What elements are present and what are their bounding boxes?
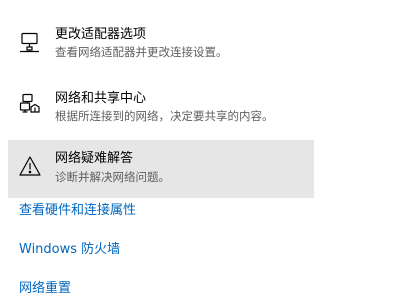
network-troubleshooter-desc: 诊断并解决网络问题。 [55, 170, 170, 184]
network-sharing-center-desc: 根据所连接到的网络，决定要共享的内容。 [55, 109, 274, 123]
windows-firewall-link[interactable]: Windows 防火墙 [19, 242, 120, 258]
network-sharing-center-item[interactable]: 网络和共享中心 根据所连接到的网络，决定要共享的内容。 [8, 80, 314, 134]
warning-triangle-icon [18, 154, 42, 178]
change-adapter-options-item[interactable]: 更改适配器选项 查看网络适配器并更改连接设置。 [8, 18, 314, 72]
network-troubleshooter-item[interactable]: 网络疑难解答 诊断并解决网络问题。 [8, 140, 314, 198]
network-troubleshooter-title: 网络疑难解答 [55, 151, 134, 166]
sharing-center-icon [18, 92, 42, 116]
change-adapter-options-desc: 查看网络适配器并更改连接设置。 [55, 45, 228, 59]
change-adapter-options-title: 更改适配器选项 [55, 27, 147, 42]
network-reset-link[interactable]: 网络重置 [19, 281, 71, 297]
view-hardware-properties-link[interactable]: 查看硬件和连接属性 [19, 203, 136, 219]
network-sharing-center-title: 网络和共享中心 [55, 91, 147, 106]
network-adapter-icon [18, 30, 42, 54]
